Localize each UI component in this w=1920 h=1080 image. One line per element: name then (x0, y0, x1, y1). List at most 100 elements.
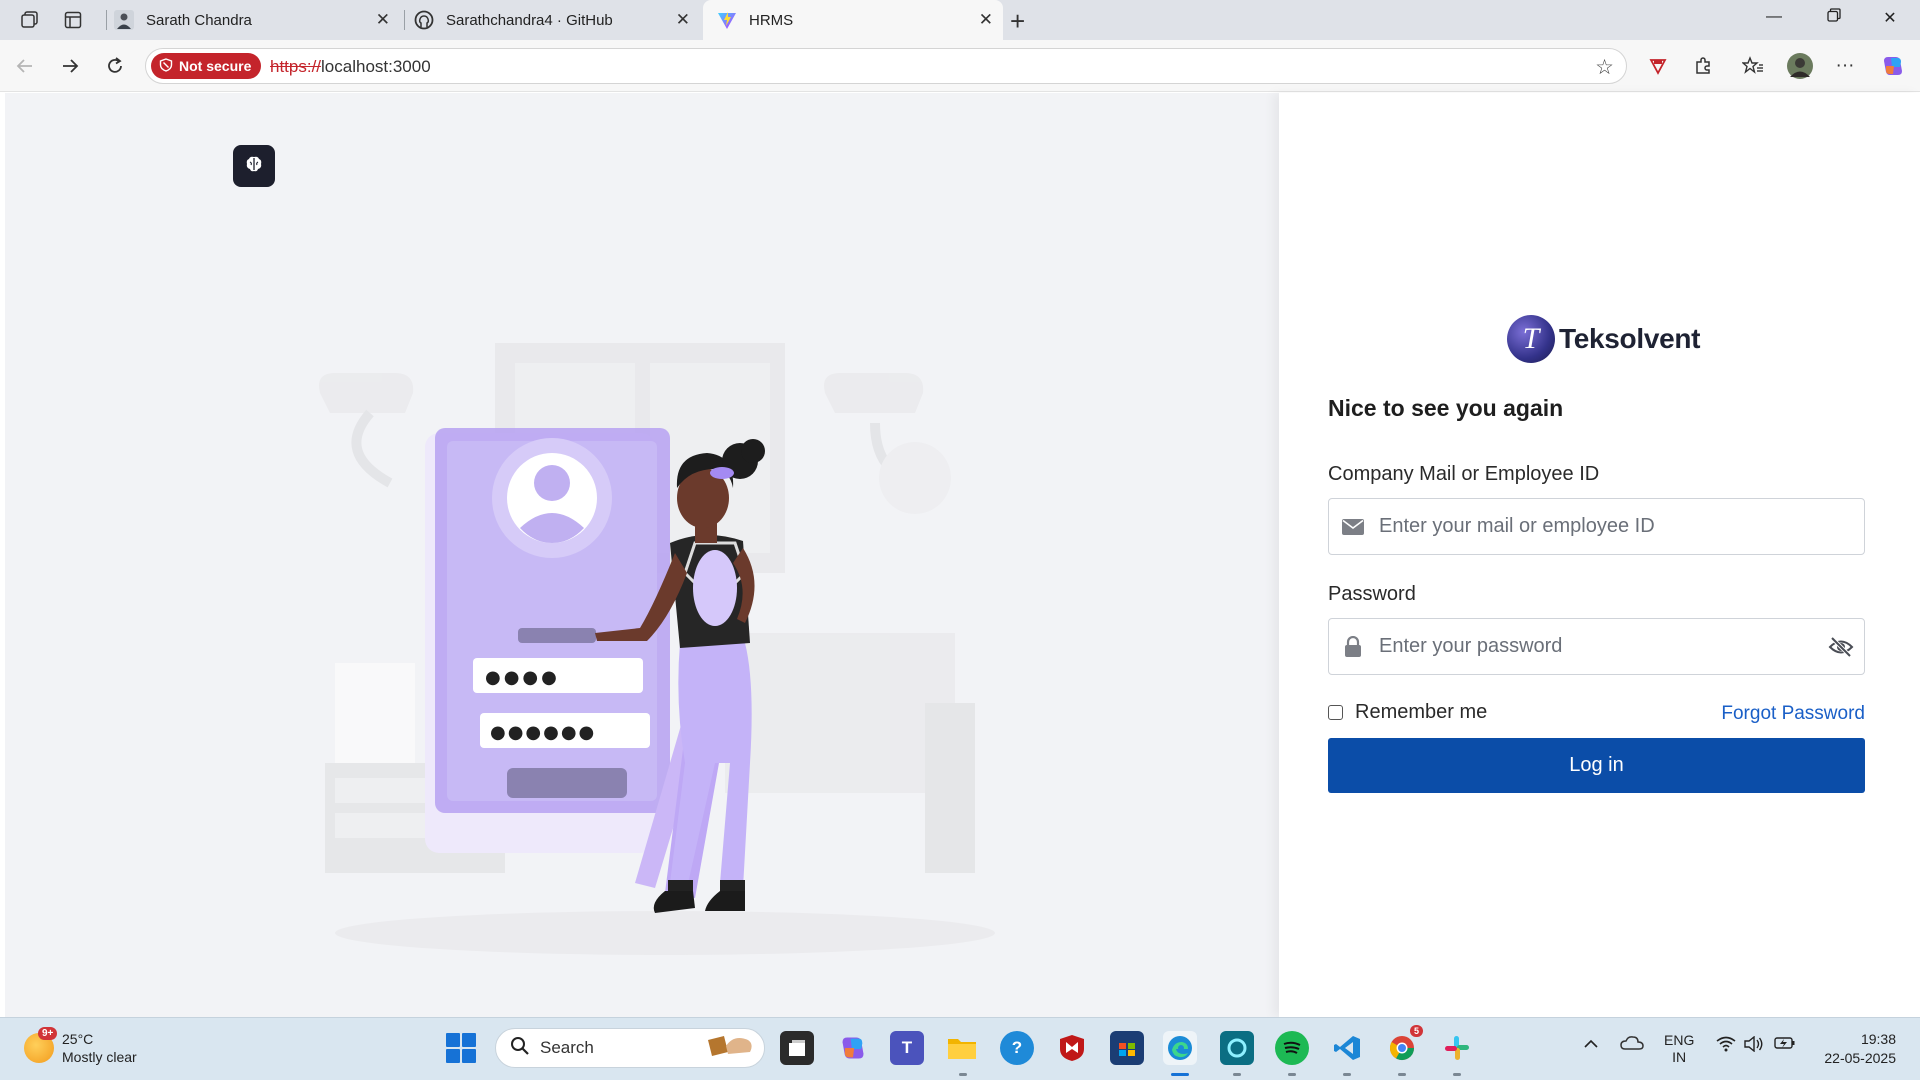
file-explorer-icon[interactable] (945, 1031, 979, 1065)
illustration-password-dots: ●●●●●● (490, 722, 596, 743)
remember-me[interactable]: Remember me (1328, 701, 1487, 724)
lock-icon (1341, 635, 1365, 659)
email-input[interactable] (1379, 499, 1819, 554)
get-help-icon[interactable]: ? (1000, 1031, 1034, 1065)
microsoft-store-icon[interactable] (1110, 1031, 1144, 1065)
login-button[interactable]: Log in (1328, 738, 1865, 793)
close-tab-icon[interactable]: ✕ (979, 10, 993, 30)
illustration-pin-dots: ●●●● (485, 667, 560, 688)
logo-letter: T (1522, 322, 1540, 355)
battery-charging-icon[interactable] (1774, 1036, 1796, 1054)
workspaces-icon[interactable] (18, 8, 42, 32)
language-indicator[interactable]: ENG IN (1664, 1032, 1694, 1066)
url-text[interactable]: https://localhost:3000 (270, 57, 431, 77)
password-input[interactable] (1379, 619, 1819, 674)
brain-icon-button[interactable] (233, 145, 275, 187)
remember-me-checkbox[interactable] (1328, 705, 1343, 720)
weather-description: Mostly clear (62, 1049, 137, 1065)
alexa-icon[interactable] (1220, 1031, 1254, 1065)
wifi-icon[interactable] (1716, 1036, 1736, 1056)
close-tab-icon[interactable]: ✕ (376, 10, 390, 30)
search-icon (510, 1036, 530, 1061)
clock-date: 22-05-2025 (1824, 1050, 1896, 1066)
restore-icon[interactable] (1822, 8, 1846, 27)
back-icon[interactable] (12, 53, 38, 79)
tab-title: Sarath Chandra (146, 11, 252, 29)
email-field[interactable] (1328, 498, 1865, 555)
brand: T Teksolvent (1507, 315, 1701, 363)
taskbar-search[interactable]: Search (495, 1028, 765, 1068)
more-options-icon[interactable]: ··· (1832, 53, 1858, 79)
minimize-icon[interactable]: — (1762, 8, 1786, 26)
favorite-star-icon[interactable]: ☆ (1595, 55, 1614, 80)
vscode-icon[interactable] (1330, 1031, 1364, 1065)
close-window-icon[interactable]: ✕ (1878, 8, 1902, 28)
email-label: Company Mail or Employee ID (1328, 463, 1600, 485)
brand-name: Teksolvent (1559, 323, 1701, 354)
language-line2: IN (1672, 1049, 1687, 1065)
page-viewport: ●●●● ●●●●●● T Teksolvent Nice to see you… (0, 93, 1920, 1017)
onedrive-icon[interactable] (1620, 1034, 1644, 1056)
tab-title: Sarathchandra4 · GitHub (446, 11, 613, 29)
tab-sarath-chandra[interactable]: Sarath Chandra ✕ (100, 0, 400, 40)
password-field[interactable] (1328, 618, 1865, 675)
login-panel: T Teksolvent Nice to see you again Compa… (1279, 93, 1920, 1017)
new-tab-button[interactable]: + (1010, 6, 1025, 37)
running-indicator (1398, 1073, 1406, 1076)
search-label: Search (540, 1038, 594, 1057)
chrome-badge: 5 (1409, 1025, 1423, 1037)
shield-warning-icon (159, 57, 173, 75)
running-indicator-active (1171, 1073, 1189, 1076)
vite-icon (717, 10, 737, 30)
profile-photo-icon (114, 10, 134, 30)
github-icon (414, 10, 434, 30)
show-hidden-icons-chevron-icon[interactable] (1584, 1036, 1598, 1053)
favorites-icon[interactable] (1740, 53, 1766, 79)
volume-icon[interactable] (1744, 1035, 1764, 1056)
refresh-icon[interactable] (102, 53, 128, 79)
copilot-icon[interactable] (1880, 53, 1906, 79)
windows-taskbar: 9+ 25°C Mostly clear Search T ? 5 ENG IN… (0, 1017, 1920, 1080)
forgot-password-link[interactable]: Forgot Password (1721, 703, 1865, 725)
address-bar[interactable]: Not secure https://localhost:3000 ☆ (145, 48, 1627, 84)
start-button[interactable] (446, 1033, 476, 1063)
mcafee-extension-icon[interactable] (1645, 53, 1671, 79)
vertical-tabs-icon[interactable] (61, 8, 85, 32)
system-clock[interactable]: 19:38 22-05-2025 (1824, 1030, 1896, 1068)
security-label: Not secure (179, 58, 252, 74)
weather-temperature: 25°C (62, 1031, 94, 1047)
welcome-heading: Nice to see you again (1328, 395, 1564, 421)
toggle-password-visibility-icon[interactable] (1828, 634, 1854, 660)
task-view-icon[interactable] (780, 1031, 814, 1065)
spotify-icon[interactable] (1275, 1031, 1309, 1065)
extensions-icon[interactable] (1690, 53, 1716, 79)
password-label: Password (1328, 583, 1416, 605)
tab-hrms[interactable]: HRMS ✕ (703, 0, 1003, 40)
not-secure-badge[interactable]: Not secure (151, 53, 262, 79)
browser-tab-bar: Sarath Chandra ✕ Sarathchandra4 · GitHub… (0, 0, 1920, 40)
edge-icon[interactable] (1163, 1031, 1197, 1065)
remember-me-label: Remember me (1355, 701, 1488, 723)
tab-title: HRMS (749, 11, 794, 29)
running-indicator (1343, 1073, 1351, 1076)
url-scheme: https:// (270, 57, 322, 76)
running-indicator (1288, 1073, 1296, 1076)
brain-icon (244, 154, 264, 179)
forward-icon[interactable] (57, 53, 83, 79)
login-illustration: ●●●● ●●●●●● (319, 343, 995, 955)
close-tab-icon[interactable]: ✕ (676, 10, 690, 30)
running-indicator (1453, 1073, 1461, 1076)
chrome-icon[interactable]: 5 (1385, 1025, 1423, 1065)
running-indicator (1233, 1073, 1241, 1076)
mcafee-icon[interactable] (1055, 1031, 1089, 1065)
teams-icon[interactable]: T (890, 1031, 924, 1065)
slack-icon[interactable] (1440, 1031, 1474, 1065)
profile-avatar[interactable] (1785, 51, 1815, 81)
teksolvent-logo: T (1507, 315, 1555, 363)
weather-widget[interactable]: 9+ 25°C Mostly clear (24, 1027, 137, 1066)
tab-github[interactable]: Sarathchandra4 · GitHub ✕ (400, 0, 700, 40)
copilot-taskbar-icon[interactable] (836, 1031, 870, 1065)
illustration-panel: ●●●● ●●●●●● (5, 93, 1279, 1017)
clock-time: 19:38 (1860, 1031, 1896, 1047)
address-bar-row: Not secure https://localhost:3000 ☆ ··· (0, 40, 1920, 92)
